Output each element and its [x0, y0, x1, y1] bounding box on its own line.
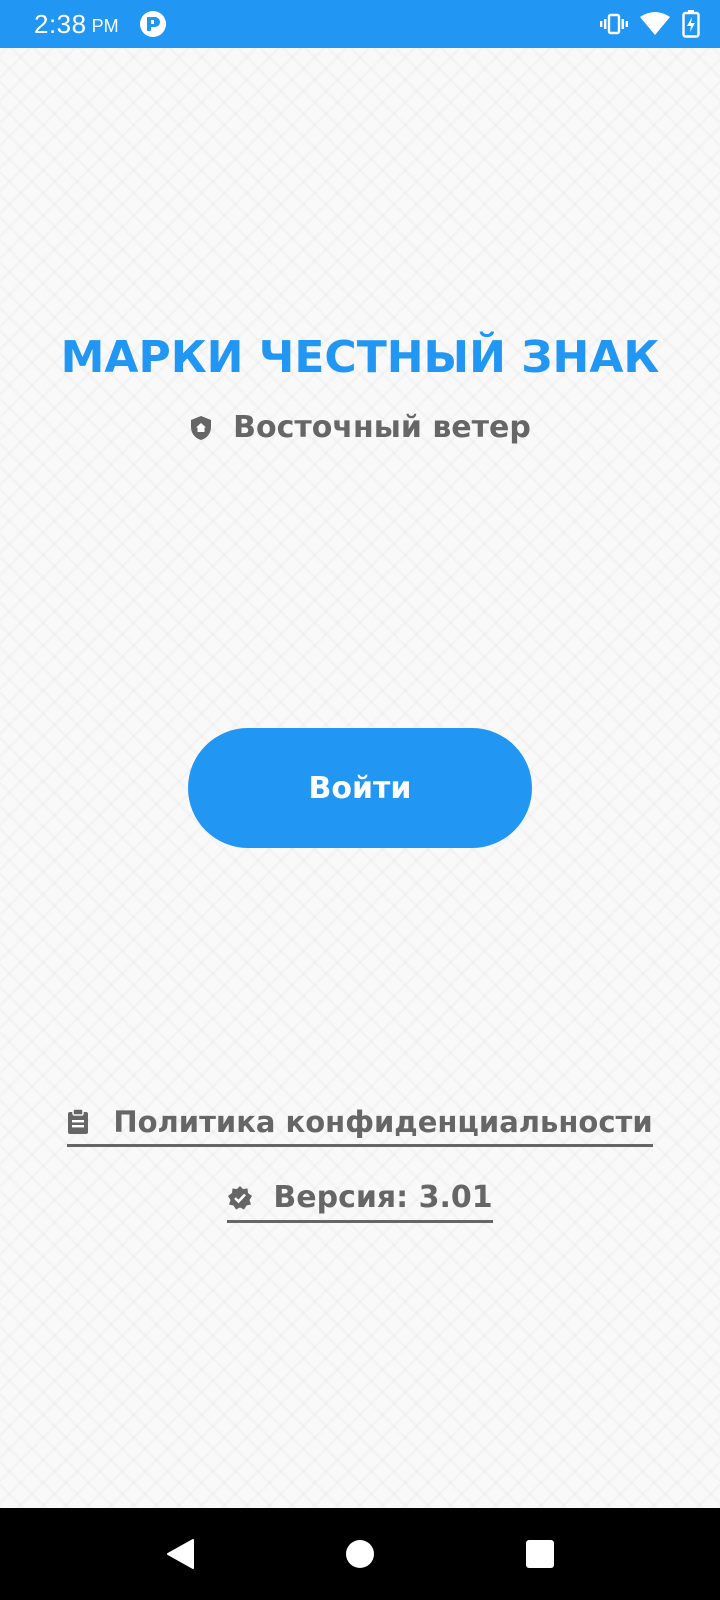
- verified-badge-icon: [227, 1185, 253, 1211]
- clipboard-icon: [67, 1109, 93, 1135]
- login-button[interactable]: Войти: [188, 728, 532, 848]
- app-notification-icon: [139, 10, 167, 38]
- privacy-policy-link[interactable]: Политика конфиденциальности: [67, 1102, 653, 1147]
- version-row: Версия: 3.01: [0, 1178, 720, 1223]
- vibrate-icon: [600, 12, 628, 36]
- battery-charging-icon: [682, 10, 700, 38]
- organization-row: Восточный ветер: [0, 410, 720, 446]
- recents-icon[interactable]: [510, 1524, 570, 1584]
- privacy-policy-label: Политика конфиденциальности: [113, 1105, 653, 1139]
- wifi-icon: [640, 12, 670, 36]
- app-title: МАРКИ ЧЕСТНЫЙ ЗНАК: [60, 332, 660, 383]
- organization-name: Восточный ветер: [233, 410, 531, 445]
- status-ampm: PM: [91, 15, 119, 36]
- status-time: 2:38: [34, 8, 87, 39]
- status-icons: [600, 10, 700, 38]
- shield-home-icon: [189, 415, 215, 441]
- navigation-bar: [0, 1508, 720, 1600]
- version-link[interactable]: Версия: 3.01: [227, 1178, 493, 1223]
- back-icon[interactable]: [150, 1524, 210, 1584]
- privacy-link-row: Политика конфиденциальности: [0, 1102, 720, 1147]
- status-bar: 2:38 PM: [0, 0, 720, 48]
- home-icon[interactable]: [330, 1524, 390, 1584]
- version-label: Версия: 3.01: [273, 1180, 493, 1215]
